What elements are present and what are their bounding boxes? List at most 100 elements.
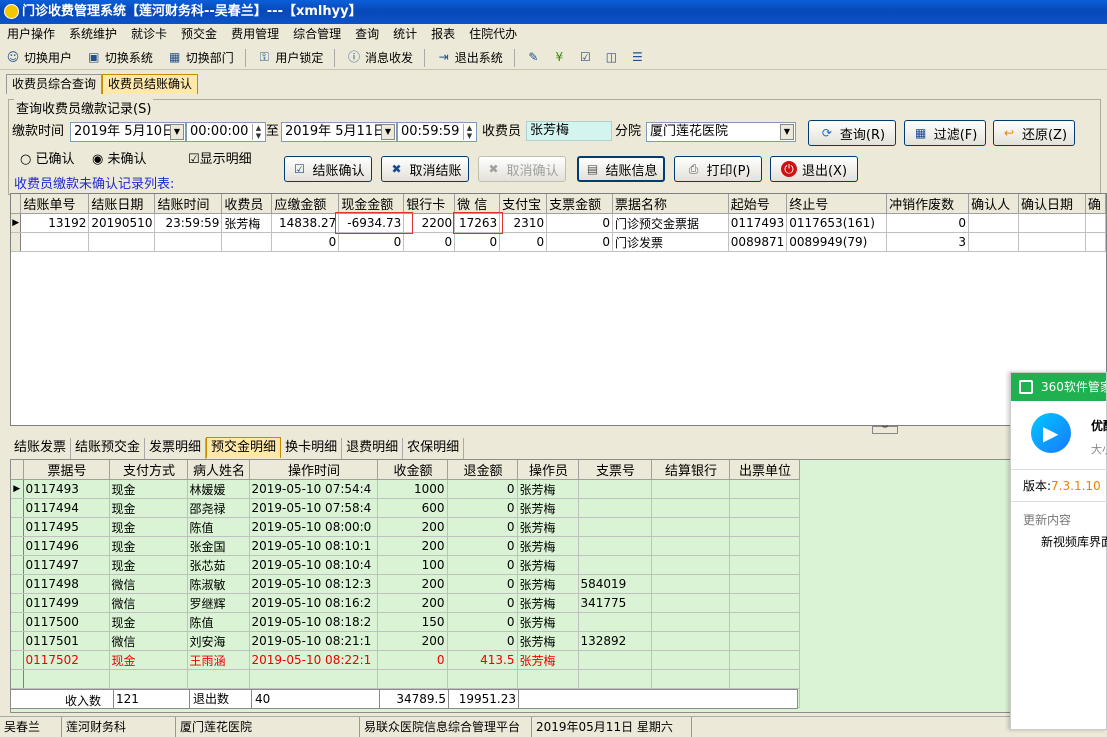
- col-header[interactable]: 确: [1085, 194, 1106, 214]
- exit-system-button[interactable]: ⇥ 退出系统: [431, 44, 508, 70]
- menu-user-ops[interactable]: 用户操作: [0, 24, 62, 44]
- software-manager-popup[interactable]: 360软件管家 ▶ 优酷 大小 版本:7.3.1.10 更新内容 新视频库界面: [1010, 372, 1107, 730]
- col-header[interactable]: 现金金额: [338, 194, 405, 214]
- col-header[interactable]: 确认日期: [1018, 194, 1086, 214]
- query-button[interactable]: ⟳ 查询(R): [808, 120, 896, 146]
- tab-settle-deposit[interactable]: 结账预交金: [71, 438, 146, 459]
- status-bar: 吴春兰 莲河财务科 厦门莲花医院 易联众医院信息综合管理平台 2019年05月11日 星…: [0, 716, 1107, 737]
- menu-inpatient[interactable]: 住院代办: [462, 24, 524, 44]
- col-header[interactable]: 退金额: [447, 460, 518, 480]
- dropdown-arrow-icon[interactable]: ▼: [381, 124, 395, 140]
- tab-card-detail[interactable]: 换卡明细: [281, 438, 343, 459]
- col-header[interactable]: 出票单位: [729, 460, 800, 480]
- tab-rural-detail[interactable]: 农保明细: [403, 438, 465, 459]
- list-tool-button[interactable]: ☰: [624, 44, 650, 70]
- cell: 0089949(79): [786, 232, 888, 252]
- messages-button[interactable]: ⓘ 消息收发: [341, 44, 418, 70]
- col-header[interactable]: 票据号: [23, 460, 110, 480]
- printer-icon: ⎙: [688, 162, 699, 176]
- spinner-icon[interactable]: ▲ ▼: [252, 124, 264, 140]
- confirm-settlement-button[interactable]: ☑ 结账确认: [284, 156, 372, 182]
- money-tool-button[interactable]: ¥: [546, 44, 572, 70]
- tab-refund-detail[interactable]: 退费明细: [342, 438, 404, 459]
- time-from-input[interactable]: 00:00:00 ▲ ▼: [186, 122, 266, 142]
- table-row[interactable]: 0117496 现金 张金国 2019-05-10 08:10:1 200 0 张芳梅: [11, 536, 800, 556]
- menu-stats[interactable]: 统计: [386, 24, 424, 44]
- date-from-picker[interactable]: 2019年 5月10日 ▼: [70, 122, 186, 142]
- col-header[interactable]: 操作员: [517, 460, 579, 480]
- radio-confirmed[interactable]: ○ 已确认: [20, 151, 75, 169]
- col-header[interactable]: 票据名称: [612, 194, 729, 214]
- deposit-detail-grid[interactable]: 票据号 支付方式 病人姓名 操作时间 收金额 退金额 操作员 支票号 结算银行 出票单位 ▶ 011…: [10, 459, 1107, 713]
- col-header[interactable]: 起始号: [728, 194, 788, 214]
- check-tool-button[interactable]: ☑: [572, 44, 598, 70]
- splitter[interactable]: ︾: [10, 426, 1107, 435]
- table-row[interactable]: 0117494 现金 邵尧禄 2019-05-10 07:58:4 600 0 张芳梅: [11, 498, 800, 518]
- menu-deposit[interactable]: 预交金: [174, 24, 224, 44]
- settlement-grid[interactable]: 结账单号 结账日期 结账时间 收费员 应缴金额 现金金额 银行卡微 信支付宝 支票金额 票据名称…: [10, 193, 1107, 426]
- cashier-input[interactable]: 张芳梅: [526, 121, 612, 141]
- menu-card[interactable]: 就诊卡: [124, 24, 174, 44]
- table-row[interactable]: 0117495 现金 陈值 2019-05-10 08:00:0 200 0 张芳梅: [11, 517, 800, 537]
- cancel-settlement-button[interactable]: ✖ 取消结账: [381, 156, 469, 182]
- tab-invoice-detail[interactable]: 发票明细: [145, 438, 207, 459]
- cancel-confirm-button[interactable]: ✖ 取消确认: [478, 156, 566, 182]
- table-row[interactable]: 0117497 现金 张芯茹 2019-05-10 08:10:4 100 0 张芳梅: [11, 555, 800, 575]
- table-row[interactable]: 0117501 微信 刘安海 2019-05-10 08:21:1 200 0 张芳梅 132…: [11, 631, 800, 651]
- col-header[interactable]: 支票号: [578, 460, 652, 480]
- table-row[interactable]: 0117500 现金 陈值 2019-05-10 08:18:2 150 0 张芳梅: [11, 612, 800, 632]
- col-header[interactable]: 结账日期: [88, 194, 156, 214]
- show-detail-checkbox[interactable]: ☑显示明细: [188, 151, 252, 169]
- radio-unconfirmed[interactable]: ◉ 未确认: [92, 151, 147, 169]
- window-tool-button[interactable]: ◫: [598, 44, 624, 70]
- tab-cashier-query[interactable]: 收费员综合查询: [6, 74, 103, 94]
- dropdown-arrow-icon[interactable]: ▼: [170, 124, 184, 140]
- col-header[interactable]: 确认人: [968, 194, 1019, 214]
- lock-user-button[interactable]: ⚿ 用户锁定: [251, 44, 328, 70]
- branch-select[interactable]: 厦门莲花医院 ▼: [646, 122, 796, 142]
- edit-tool-button[interactable]: ✎: [520, 44, 546, 70]
- date-to-picker[interactable]: 2019年 5月11日 ▼: [281, 122, 397, 142]
- col-header[interactable]: 结账时间: [154, 194, 223, 214]
- col-header[interactable]: 应缴金额: [271, 194, 340, 214]
- switch-user-button[interactable]: ☺ 切换用户: [0, 44, 77, 70]
- tab-settlement-confirm[interactable]: 收费员结账确认: [102, 74, 199, 94]
- tab-settle-invoice[interactable]: 结账发票: [10, 438, 72, 459]
- spinner-icon[interactable]: ▲ ▼: [463, 124, 475, 140]
- filter-button[interactable]: ▦ 过滤(F): [904, 120, 986, 146]
- col-header[interactable]: 结账单号: [20, 194, 90, 214]
- switch-system-button[interactable]: ▣ 切换系统: [81, 44, 158, 70]
- menu-fees[interactable]: 费用管理: [224, 24, 286, 44]
- time-to-input[interactable]: 00:59:59 ▲ ▼: [397, 122, 477, 142]
- col-header[interactable]: 银行卡: [403, 194, 456, 214]
- col-header[interactable]: 结算银行: [651, 460, 730, 480]
- table-row[interactable]: 0117502 现金 王雨涵 2019-05-10 08:22:1 0 413.5 张芳梅: [11, 650, 800, 670]
- col-header[interactable]: 支付宝: [499, 194, 548, 214]
- menu-general[interactable]: 综合管理: [286, 24, 348, 44]
- switch-dept-button[interactable]: ▦ 切换部门: [162, 44, 239, 70]
- col-header[interactable]: 终止号: [786, 194, 888, 214]
- exit-button[interactable]: ⏻ 退出(X): [770, 156, 858, 182]
- menu-reports[interactable]: 报表: [424, 24, 462, 44]
- menu-system[interactable]: 系统维护: [62, 24, 124, 44]
- settlement-info-button[interactable]: ▤ 结账信息: [577, 156, 665, 182]
- col-header[interactable]: 支付方式: [109, 460, 188, 480]
- col-header[interactable]: 病人姓名: [187, 460, 250, 480]
- chevron-down-icon[interactable]: ︾: [872, 426, 898, 434]
- col-header[interactable]: 收费员: [221, 194, 273, 214]
- col-header[interactable]: 微 信: [454, 194, 501, 214]
- tab-deposit-detail[interactable]: 预交金明细: [206, 437, 282, 458]
- table-row[interactable]: 0117498 微信 陈淑敏 2019-05-10 08:12:3 200 0 张芳梅 584…: [11, 574, 800, 594]
- dropdown-arrow-icon[interactable]: ▼: [780, 124, 794, 140]
- table-row[interactable]: ▶ 13192 20190510 23:59:59 张芳梅 14838.27 -6934.…: [11, 213, 1106, 233]
- table-row[interactable]: 0117499 微信 罗继辉 2019-05-10 08:16:2 200 0 张芳梅 341…: [11, 593, 800, 613]
- table-row[interactable]: ▶ 0117493 现金 林媛媛 2019-05-10 07:54:4 1000 0 张芳梅: [11, 479, 800, 499]
- menu-query[interactable]: 查询: [348, 24, 386, 44]
- restore-button[interactable]: ↩ 还原(Z): [993, 120, 1075, 146]
- col-header[interactable]: 冲销作废数: [886, 194, 970, 214]
- print-button[interactable]: ⎙ 打印(P): [674, 156, 762, 182]
- col-header[interactable]: 收金额: [377, 460, 448, 480]
- col-header[interactable]: 支票金额: [546, 194, 613, 214]
- col-header[interactable]: 操作时间: [249, 460, 378, 480]
- table-row[interactable]: 0 0 0 0 0 0 门诊发票 0089871 0089949(79) 3: [11, 232, 1106, 252]
